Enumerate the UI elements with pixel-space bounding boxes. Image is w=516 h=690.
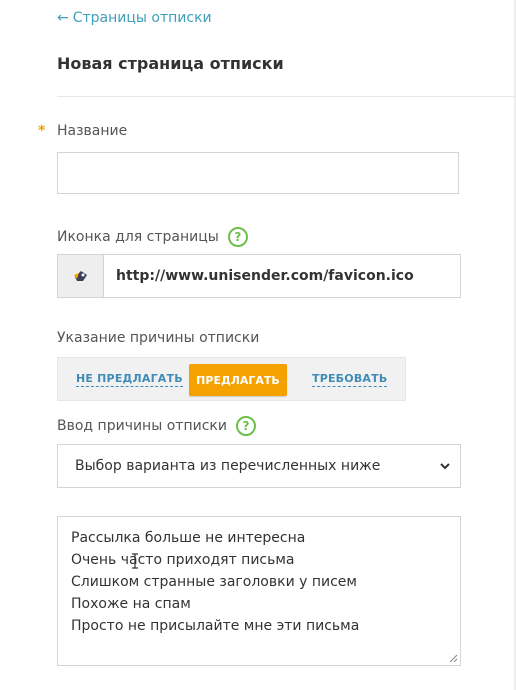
option-do-not-offer[interactable]: НЕ ПРЕДЛАГАТЬ [76,358,183,400]
option-offer-active[interactable]: ПРЕДЛАГАТЬ [189,364,287,396]
reason-line: Просто не присылайте мне эти письма [71,618,360,634]
reason-input-selected: Выбор варианта из перечисленных ниже [75,458,381,474]
name-input[interactable] [57,152,459,194]
resize-handle-icon[interactable] [448,653,458,663]
form-panel: ← Страницы отписки Новая страница отписки… [0,0,516,690]
favicon-url-input[interactable]: http://www.unisender.com/favicon.ico [103,254,461,298]
back-link-label: Страницы отписки [72,10,212,26]
reasons-textarea[interactable]: Рассылка больше не интересна Очень часто… [57,516,461,666]
favicon-group: http://www.unisender.com/favicon.ico [57,254,461,298]
name-label: Название [57,123,128,139]
back-arrow-icon: ← [57,10,69,26]
option-require-label: ТРЕБОВАТЬ [312,371,388,387]
favicon-icon [57,254,103,298]
back-link[interactable]: ← Страницы отписки [57,10,212,26]
reason-input-label: Ввод причины отписки [57,418,227,434]
chevron-down-icon [440,463,450,470]
icon-label: Иконка для страницы [57,229,219,245]
reason-line: Похоже на спам [71,596,191,612]
divider [57,96,516,97]
reason-mode-label: Указание причины отписки [57,330,260,346]
text-cursor-icon [132,553,138,569]
page-title: Новая страница отписки [57,54,284,73]
reason-line: Слишком странные заголовки у писем [71,574,357,590]
icon-label-row: Иконка для страницы? [57,227,248,247]
option-do-not-offer-label: НЕ ПРЕДЛАГАТЬ [76,371,183,387]
reason-line: Рассылка больше не интересна [71,530,306,546]
reason-line: Очень часто приходят письма [71,552,295,568]
option-require[interactable]: ТРЕБОВАТЬ [312,358,388,400]
reason-input-select[interactable]: Выбор варианта из перечисленных ниже [57,444,461,488]
reason-mode-toggle: НЕ ПРЕДЛАГАТЬ ПРЕДЛАГАТЬ ТРЕБОВАТЬ [57,357,406,401]
help-icon[interactable]: ? [227,227,248,247]
reason-input-label-row: Ввод причины отписки? [57,416,256,436]
required-star-icon: * [38,123,46,139]
help-icon[interactable]: ? [235,416,256,436]
